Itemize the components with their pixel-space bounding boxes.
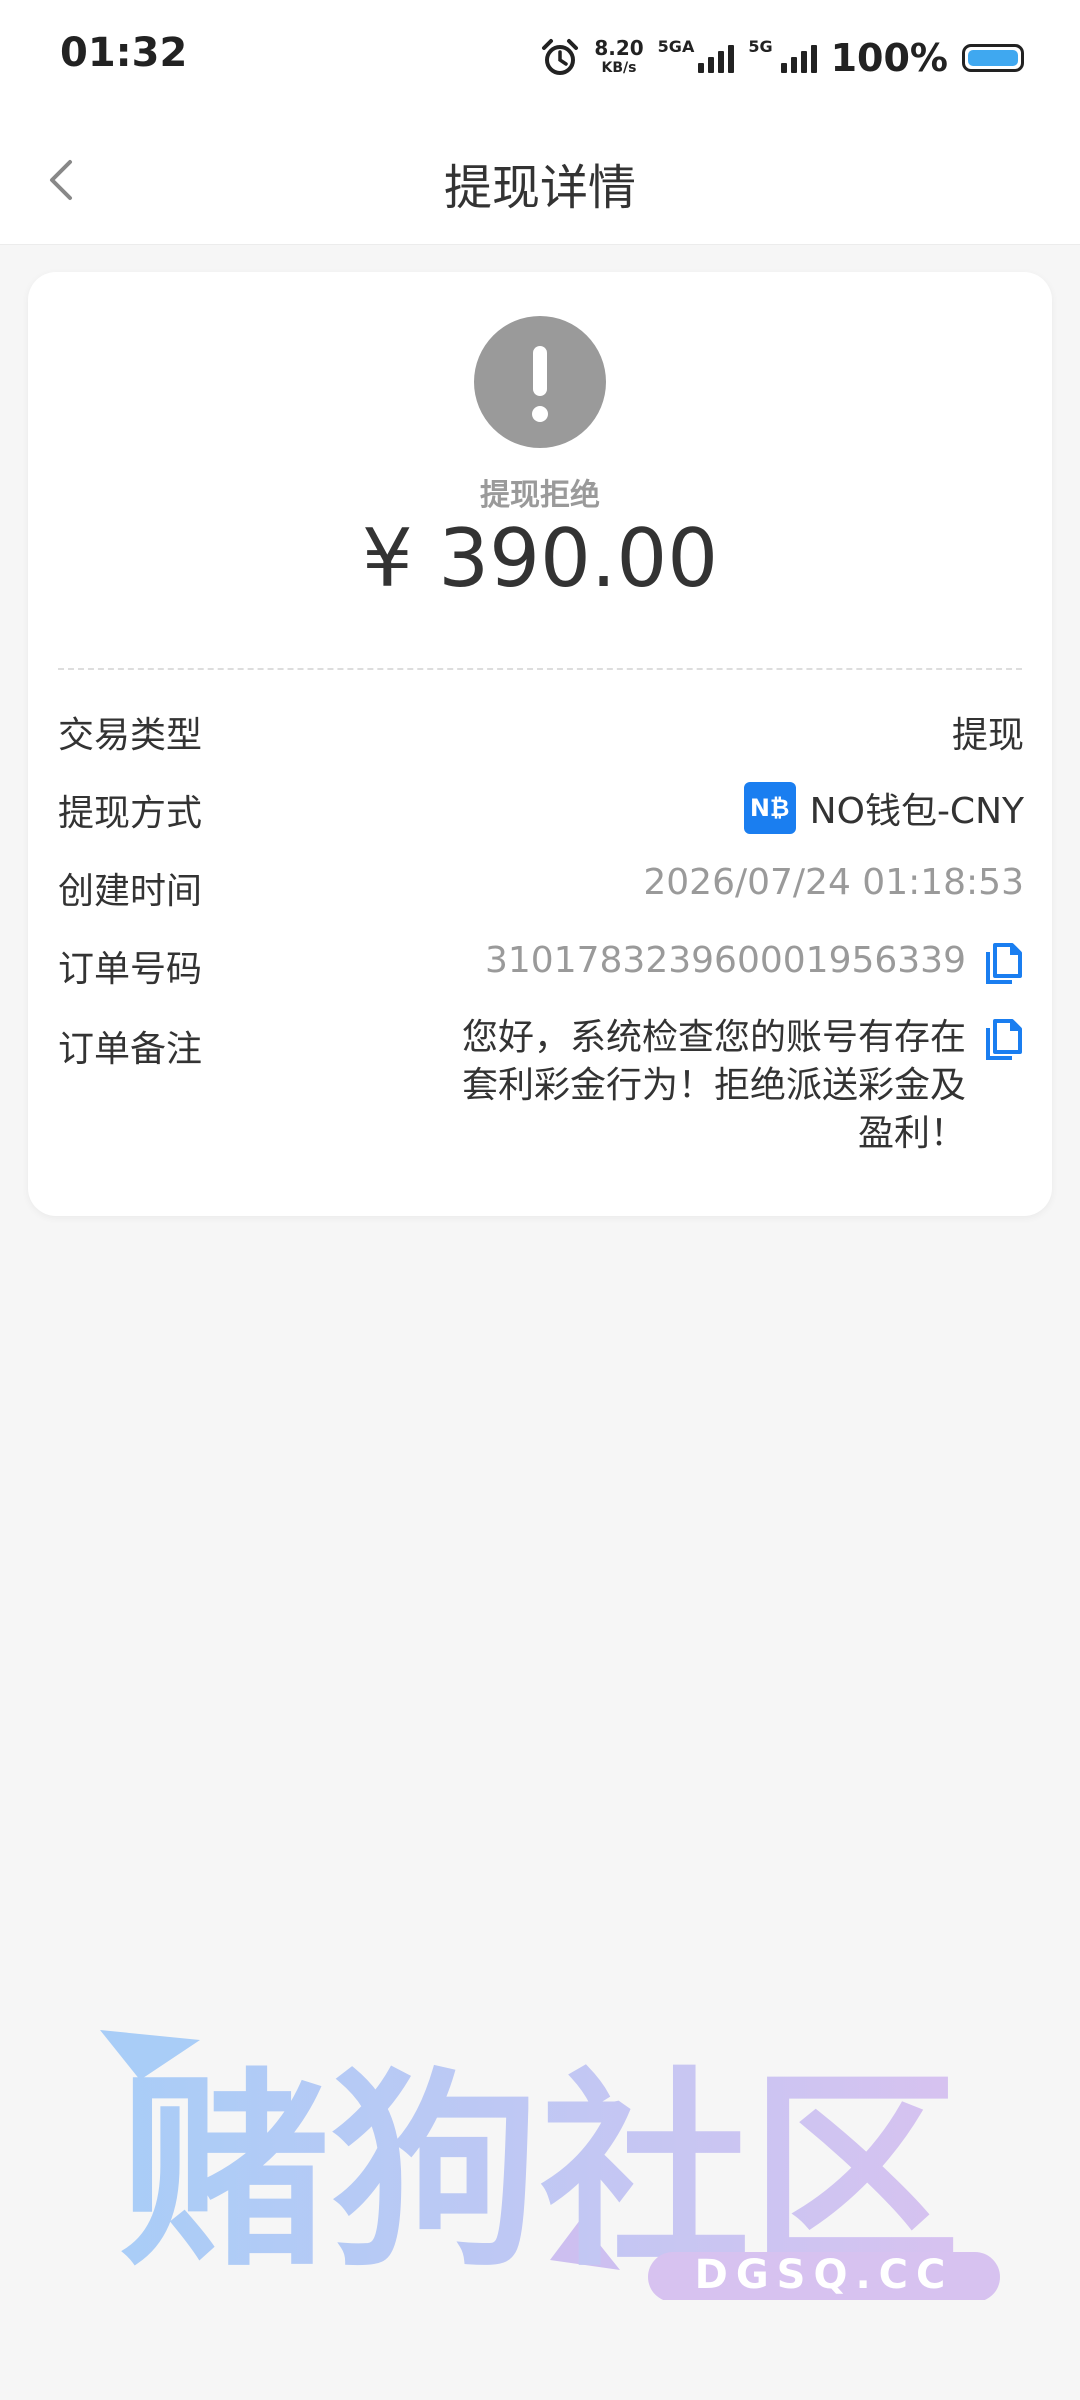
withdrawal-status: 提现拒绝: [480, 478, 600, 513]
withdrawal-method-value: NO钱包-CNY: [809, 791, 1024, 832]
sim2-signal-icon: [780, 43, 817, 73]
watermark-logo: 赌狗社区 DGSQ.CC: [100, 2030, 1000, 2300]
network-speed-unit: KB/s: [601, 60, 637, 76]
transaction-type-value: 提现: [951, 715, 1024, 756]
header-bar: 提现详情: [0, 116, 1080, 245]
order-note-value: 您好，系统检查您的账号有存在套利彩金行为！拒绝派送彩金及盈利！: [461, 1017, 966, 1154]
withdrawal-method: N₿ NO钱包-CNY: [743, 778, 1024, 838]
transaction-type-label: 交易类型: [58, 715, 203, 756]
order-note-label: 订单备注: [58, 1029, 203, 1070]
sim1-network-type: 5GA: [657, 36, 695, 56]
sim2-network-type: 5G: [748, 36, 773, 56]
watermark-domain: DGSQ.CC: [695, 2252, 954, 2298]
status-bar: 01:32 8.20 KB/s 5GA 5G 100%: [0, 0, 1080, 116]
withdrawal-detail-card: 提现拒绝 ¥ 390.00 交易类型 提现 提现方式 N₿ NO钱包-CNY 创…: [28, 272, 1052, 1216]
row-order-note: 订单备注 您好，系统检查您的账号有存在套利彩金行为！拒绝派送彩金及盈利！: [58, 1014, 1024, 1174]
row-transaction-type: 交易类型 提现: [58, 700, 1024, 760]
network-speed-value: 8.20: [594, 36, 644, 60]
order-number-value: 310178323960001956339: [485, 940, 966, 981]
exclamation-icon: [474, 316, 606, 448]
copy-order-number-icon[interactable]: [984, 942, 1024, 986]
row-order-number: 订单号码 310178323960001956339: [58, 934, 1024, 994]
sim1-signal-icon: [698, 43, 735, 73]
network-speed: 8.20 KB/s: [594, 38, 643, 78]
created-time-value: 2026/07/24 01:18:53: [643, 862, 1024, 903]
order-number-label: 订单号码: [58, 949, 203, 990]
page-title: 提现详情: [443, 160, 636, 216]
withdrawal-amount: ¥ 390.00: [361, 512, 719, 605]
dashed-divider: [58, 668, 1022, 670]
row-created-time: 创建时间 2026/07/24 01:18:53: [58, 856, 1024, 916]
alarm-clock-icon: [542, 39, 579, 75]
no-wallet-logo: N₿: [743, 782, 796, 834]
status-icons: 8.20 KB/s 5GA 5G 100%: [540, 30, 1024, 86]
withdrawal-method-label: 提现方式: [58, 793, 203, 834]
battery-percent: 100%: [830, 36, 948, 80]
created-time-label: 创建时间: [58, 871, 203, 912]
row-withdrawal-method: 提现方式 N₿ NO钱包-CNY: [58, 778, 1024, 838]
battery-icon: [962, 44, 1024, 72]
status-time: 01:32: [60, 30, 188, 76]
copy-order-note-icon[interactable]: [984, 1018, 1024, 1062]
